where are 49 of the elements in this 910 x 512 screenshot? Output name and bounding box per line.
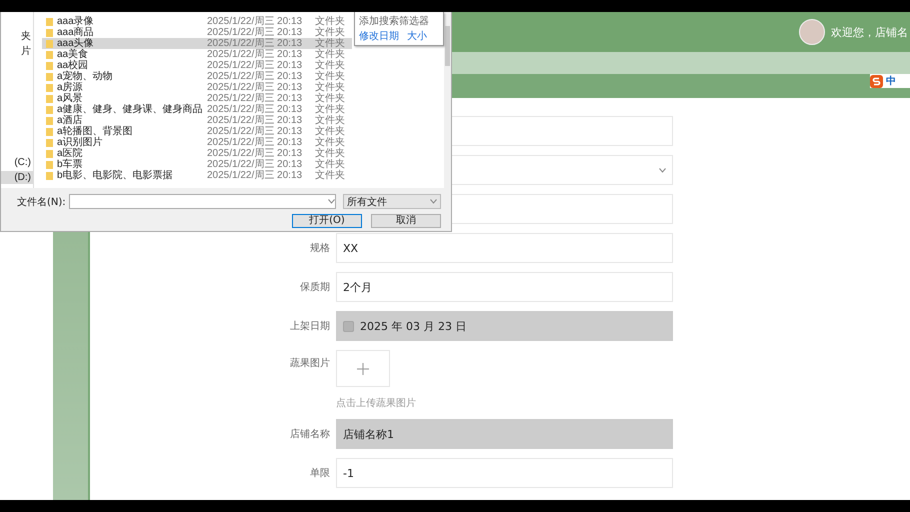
file-row[interactable]: a风景 2025/1/22/周三 20:13 文件夹 bbox=[42, 93, 352, 104]
filter-link[interactable]: 大小 bbox=[407, 29, 427, 43]
scrollbar-thumb[interactable] bbox=[445, 26, 450, 66]
file-row[interactable]: aa美食 2025/1/22/周三 20:13 文件夹 bbox=[42, 49, 352, 60]
upload-hint: 点击上传蔬果图片 bbox=[336, 396, 416, 410]
field-label: 蔬果图片 bbox=[289, 356, 330, 370]
caret-icon bbox=[328, 199, 336, 204]
file-row[interactable]: b电影、电影院、电影票据 2025/1/22/周三 20:13 文件夹 bbox=[42, 170, 352, 181]
file-row[interactable]: a医院 2025/1/22/周三 20:13 文件夹 bbox=[42, 148, 352, 159]
dialog-button[interactable]: 打开(O) bbox=[292, 214, 362, 228]
field-label: 保质期 bbox=[299, 280, 330, 294]
file-row[interactable]: a识别图片 2025/1/22/周三 20:13 文件夹 bbox=[42, 137, 352, 148]
field-label: 单限 bbox=[309, 466, 330, 480]
field-label: 店铺名称 bbox=[289, 428, 330, 441]
filename-field[interactable] bbox=[68, 194, 336, 209]
ime-logo-icon bbox=[870, 74, 883, 88]
nav-item[interactable]: 片 bbox=[1, 45, 33, 58]
welcome-text: 欢迎您，店铺名 bbox=[831, 24, 908, 40]
nav-item[interactable]: (C:) bbox=[1, 156, 33, 169]
text-field[interactable]: XX bbox=[336, 233, 673, 263]
text-field[interactable]: 2个月 bbox=[336, 272, 673, 302]
file-row[interactable]: aa校园 2025/1/22/周三 20:13 文件夹 bbox=[42, 60, 352, 71]
filter-title: 添加搜索筛选器 bbox=[359, 14, 430, 28]
file-row[interactable]: a健康、健身、健身课、健身商品 2025/1/22/周三 20:13 文件夹 bbox=[42, 104, 352, 115]
dialog-button[interactable]: 取消 bbox=[371, 214, 441, 228]
caret-icon bbox=[430, 199, 437, 204]
file-row[interactable]: a房源 2025/1/22/周三 20:13 文件夹 bbox=[42, 82, 352, 93]
file-row[interactable]: aaa头像 2025/1/22/周三 20:13 文件夹 bbox=[42, 38, 352, 49]
avatar[interactable] bbox=[799, 19, 825, 45]
field-label: 规格 bbox=[309, 242, 330, 255]
file-row[interactable]: a酒店 2025/1/22/周三 20:13 文件夹 bbox=[42, 115, 352, 126]
filetype-select[interactable]: 所有文件 bbox=[343, 194, 441, 209]
file-row[interactable]: aaa商品 2025/1/22/周三 20:13 文件夹 bbox=[42, 27, 352, 38]
field-label: 上架日期 bbox=[289, 320, 330, 333]
ime-toolbar[interactable]: 中 bbox=[870, 74, 910, 88]
upload-button[interactable] bbox=[336, 350, 390, 387]
file-row[interactable]: a宠物、动物 2025/1/22/周三 20:13 文件夹 bbox=[42, 71, 352, 82]
file-row[interactable]: aaa录像 2025/1/22/周三 20:13 文件夹 bbox=[42, 16, 352, 27]
nav-item[interactable]: 夹 bbox=[1, 30, 33, 43]
file-row[interactable]: b车票 2025/1/22/周三 20:13 文件夹 bbox=[42, 159, 352, 170]
calendar-icon bbox=[343, 320, 354, 332]
filename-label: 文件名(N): bbox=[17, 196, 66, 208]
plus-icon bbox=[357, 362, 369, 374]
ime-mode-text: 中 bbox=[886, 74, 897, 88]
nav-item[interactable]: (D:) bbox=[1, 171, 33, 184]
caret-icon bbox=[659, 168, 666, 172]
file-row[interactable]: a轮播图、背景图 2025/1/22/周三 20:13 文件夹 bbox=[42, 126, 352, 137]
filter-link[interactable]: 修改日期 bbox=[359, 29, 399, 43]
text-field[interactable]: -1 bbox=[336, 458, 673, 488]
